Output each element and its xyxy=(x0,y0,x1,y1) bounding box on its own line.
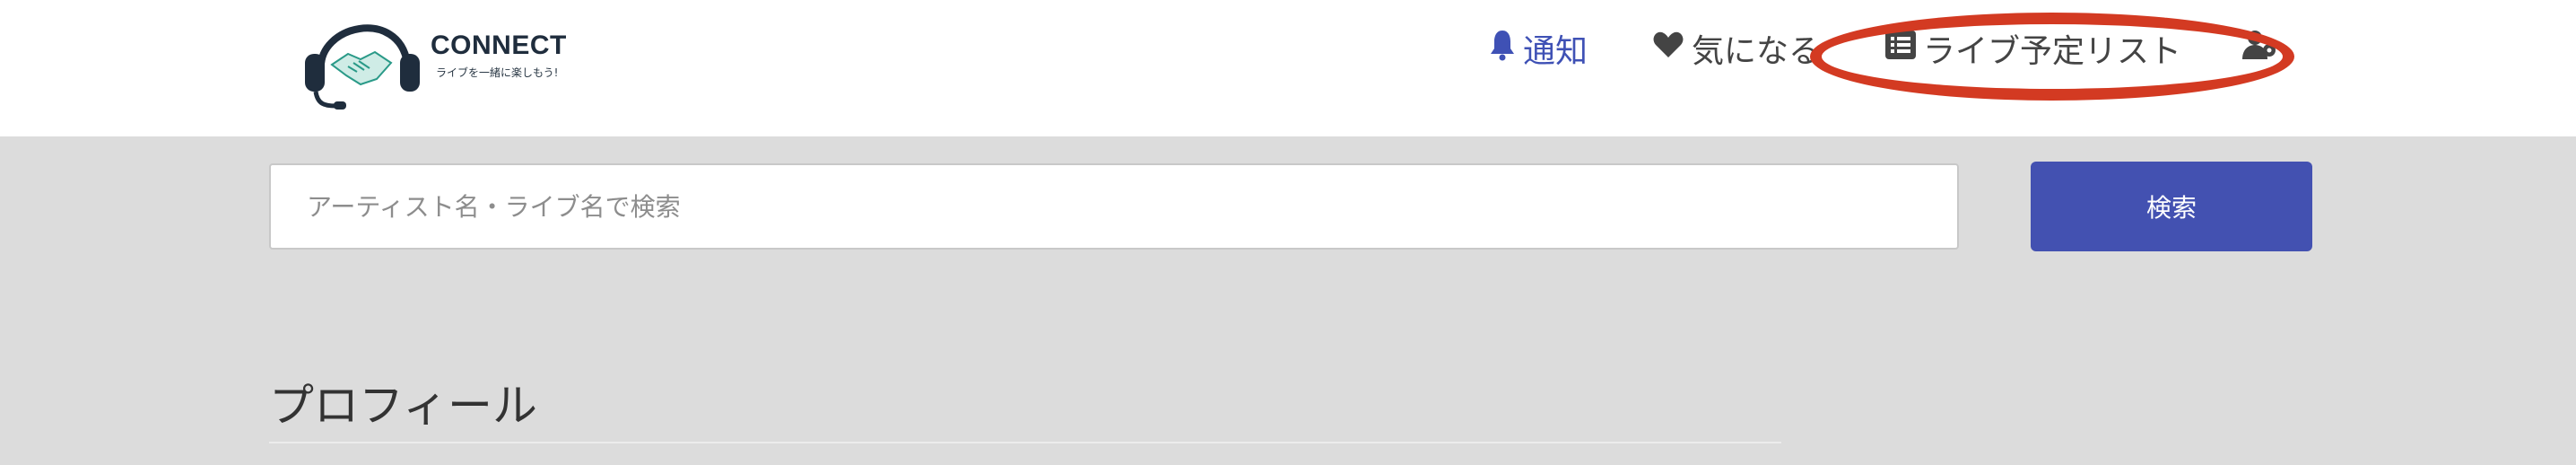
headset-handshake-icon xyxy=(305,24,420,110)
highlight-ellipse xyxy=(1810,13,2294,101)
logo[interactable]: CONNECT ライブを一緒に楽しもう! xyxy=(301,7,570,113)
search-button[interactable]: 検索 xyxy=(2031,162,2312,251)
nav-notify[interactable]: 通知 xyxy=(1489,23,1588,74)
nav-favorites[interactable]: 気になる xyxy=(1652,23,1821,74)
search-input[interactable] xyxy=(269,163,1959,250)
logo-name: CONNECT xyxy=(431,31,567,60)
divider xyxy=(269,442,1781,443)
nav-notify-label: 通知 xyxy=(1523,33,1588,70)
logo-tagline: ライブを一緒に楽しもう! xyxy=(436,66,559,79)
nav-favorites-label: 気になる xyxy=(1692,33,1822,70)
heart-icon xyxy=(1652,31,1684,67)
section-title: プロフィール xyxy=(269,380,537,432)
bell-icon xyxy=(1489,29,1516,69)
